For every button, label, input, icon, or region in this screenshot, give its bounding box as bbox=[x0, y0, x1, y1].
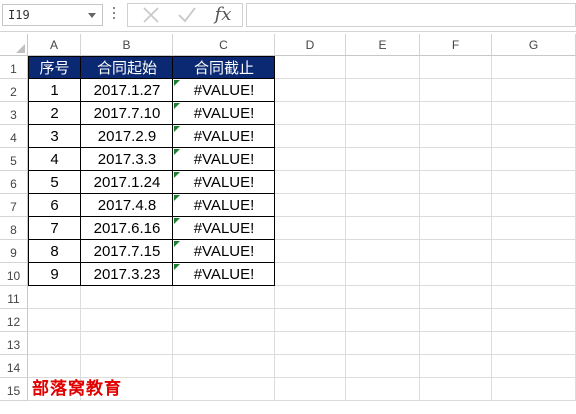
error-indicator-icon[interactable] bbox=[174, 241, 180, 247]
row-header-6[interactable]: 6 bbox=[0, 171, 28, 194]
row-header-4[interactable]: 4 bbox=[0, 125, 28, 148]
row-header-9[interactable]: 9 bbox=[0, 240, 28, 263]
enter-icon[interactable] bbox=[170, 4, 204, 26]
select-all-corner[interactable] bbox=[0, 34, 28, 56]
error-indicator-icon[interactable] bbox=[174, 149, 180, 155]
table-cell[interactable]: 4 bbox=[28, 148, 81, 171]
table-cell[interactable]: 2017.2.9 bbox=[81, 125, 173, 148]
error-indicator-icon[interactable] bbox=[174, 264, 180, 270]
row-header-8[interactable]: 8 bbox=[0, 217, 28, 240]
function-icon[interactable]: fx bbox=[206, 4, 240, 26]
table-cell[interactable]: #VALUE! bbox=[173, 263, 275, 286]
row-header-11[interactable]: 11 bbox=[0, 286, 28, 309]
name-box-value: I19 bbox=[8, 8, 30, 22]
table-border-vertical bbox=[274, 56, 275, 286]
table-border-vertical bbox=[80, 56, 81, 286]
gridline-vertical bbox=[345, 56, 346, 401]
dropdown-arrow-icon[interactable] bbox=[88, 13, 96, 18]
row-header-5[interactable]: 5 bbox=[0, 148, 28, 171]
table-border-horizontal bbox=[28, 78, 275, 79]
table-cell[interactable]: #VALUE! bbox=[173, 79, 275, 102]
table-cell[interactable]: 2 bbox=[28, 102, 81, 125]
cancel-icon[interactable] bbox=[134, 4, 168, 26]
table-cell[interactable]: 2017.7.15 bbox=[81, 240, 173, 263]
table-border-horizontal bbox=[28, 56, 275, 57]
row-header-13[interactable]: 13 bbox=[0, 332, 28, 355]
gridline-horizontal bbox=[28, 308, 576, 309]
error-indicator-icon[interactable] bbox=[174, 195, 180, 201]
table-cell[interactable]: 2017.3.3 bbox=[81, 148, 173, 171]
error-indicator-icon[interactable] bbox=[174, 172, 180, 178]
table-border-horizontal bbox=[28, 193, 275, 194]
gridline-horizontal bbox=[28, 400, 576, 401]
gridline-vertical bbox=[491, 56, 492, 401]
table-cell[interactable]: 2017.1.24 bbox=[81, 171, 173, 194]
table-cell[interactable]: #VALUE! bbox=[173, 217, 275, 240]
table-cell[interactable]: #VALUE! bbox=[173, 171, 275, 194]
table-cell[interactable]: #VALUE! bbox=[173, 125, 275, 148]
table-header-cell[interactable]: 合同起始 bbox=[81, 56, 173, 79]
table-border-horizontal bbox=[28, 262, 275, 263]
column-header-d[interactable]: D bbox=[275, 34, 346, 56]
more-options-icon[interactable] bbox=[113, 7, 116, 21]
table-cell[interactable]: 3 bbox=[28, 125, 81, 148]
table-border-horizontal bbox=[28, 170, 275, 171]
row-header-14[interactable]: 14 bbox=[0, 355, 28, 378]
row-header-1[interactable]: 1 bbox=[0, 56, 28, 79]
table-border-horizontal bbox=[28, 216, 275, 217]
formula-bar: I19 fx bbox=[0, 0, 576, 32]
gridline-horizontal bbox=[28, 354, 576, 355]
row-header-15[interactable]: 15 bbox=[0, 378, 28, 401]
table-border-horizontal bbox=[28, 285, 275, 286]
name-box[interactable]: I19 bbox=[2, 4, 103, 26]
table-header-cell[interactable]: 合同截止 bbox=[173, 56, 275, 79]
table-cell[interactable]: 5 bbox=[28, 171, 81, 194]
column-header-f[interactable]: F bbox=[420, 34, 492, 56]
error-indicator-icon[interactable] bbox=[174, 80, 180, 86]
table-border-vertical bbox=[28, 56, 29, 286]
table-cell[interactable]: 8 bbox=[28, 240, 81, 263]
formula-input[interactable] bbox=[246, 3, 576, 27]
table-cell[interactable]: #VALUE! bbox=[173, 240, 275, 263]
column-header-g[interactable]: G bbox=[492, 34, 576, 56]
table-cell[interactable]: 2017.4.8 bbox=[81, 194, 173, 217]
table-cell[interactable]: #VALUE! bbox=[173, 148, 275, 171]
error-indicator-icon[interactable] bbox=[174, 103, 180, 109]
table-border-horizontal bbox=[28, 239, 275, 240]
table-header-cell[interactable]: 序号 bbox=[28, 56, 81, 79]
row-header-2[interactable]: 2 bbox=[0, 79, 28, 102]
row-header-12[interactable]: 12 bbox=[0, 309, 28, 332]
gridline-horizontal bbox=[28, 331, 576, 332]
table-cell[interactable]: 1 bbox=[28, 79, 81, 102]
table-cell[interactable]: #VALUE! bbox=[173, 194, 275, 217]
error-indicator-icon[interactable] bbox=[174, 218, 180, 224]
row-header-7[interactable]: 7 bbox=[0, 194, 28, 217]
table-cell[interactable]: 2017.3.23 bbox=[81, 263, 173, 286]
column-header-a[interactable]: A bbox=[28, 34, 81, 56]
table-border-horizontal bbox=[28, 147, 275, 148]
column-header-c[interactable]: C bbox=[173, 34, 275, 56]
gridline-vertical bbox=[419, 56, 420, 401]
table-border-horizontal bbox=[28, 101, 275, 102]
watermark-text: 部落窝教育 bbox=[32, 379, 122, 399]
worksheet-grid: A B C D E F G 1 2 3 4 5 6 7 8 9 10 11 12 13 14 15 序号 合同起始 合同截止 1 2… bbox=[0, 34, 576, 414]
table-cell[interactable]: 2017.1.27 bbox=[81, 79, 173, 102]
column-header-b[interactable]: B bbox=[81, 34, 173, 56]
table-border-horizontal bbox=[28, 124, 275, 125]
table-cell[interactable]: 2017.7.10 bbox=[81, 102, 173, 125]
table-border-vertical bbox=[172, 56, 173, 286]
row-header-10[interactable]: 10 bbox=[0, 263, 28, 286]
table-cell[interactable]: 9 bbox=[28, 263, 81, 286]
error-indicator-icon[interactable] bbox=[174, 126, 180, 132]
row-header-3[interactable]: 3 bbox=[0, 102, 28, 125]
formula-buttons: fx bbox=[127, 3, 243, 27]
table-cell[interactable]: 6 bbox=[28, 194, 81, 217]
table-cell[interactable]: 2017.6.16 bbox=[81, 217, 173, 240]
column-header-e[interactable]: E bbox=[346, 34, 420, 56]
table-cell[interactable]: #VALUE! bbox=[173, 102, 275, 125]
table-cell[interactable]: 7 bbox=[28, 217, 81, 240]
